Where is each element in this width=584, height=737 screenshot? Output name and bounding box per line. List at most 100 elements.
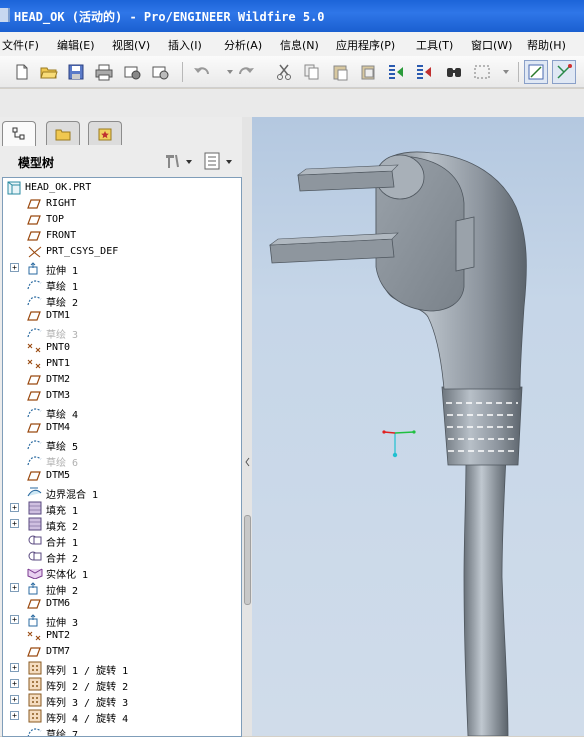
menu-insert[interactable]: 插入(I) (168, 37, 202, 53)
tree-item[interactable]: 草绘 4 (3, 404, 241, 421)
menu-edit[interactable]: 编辑(E) (57, 37, 95, 53)
menu-tools[interactable]: 工具(T) (416, 37, 453, 53)
tree-show-button[interactable] (202, 151, 236, 171)
graphics-viewport[interactable] (252, 117, 584, 736)
tree-item[interactable]: 合并 1 (3, 532, 241, 549)
tree-item[interactable]: PNT0 (3, 340, 241, 356)
tree-item-label: 拉伸 2 (46, 586, 79, 597)
tree-item[interactable]: TOP (3, 212, 241, 228)
expand-toggle[interactable]: + (10, 263, 19, 272)
expand-toggle[interactable]: + (10, 615, 19, 624)
menu-file[interactable]: 文件(F) (2, 37, 39, 53)
redo-icon[interactable] (234, 60, 258, 84)
model-tree-title: 模型树 (18, 156, 55, 170)
print-icon[interactable] (92, 60, 116, 84)
menu-analysis[interactable]: 分析(A) (224, 37, 262, 53)
menu-info[interactable]: 信息(N) (280, 37, 319, 53)
undo-icon[interactable] (190, 60, 214, 84)
tree-item[interactable]: DTM6 (3, 596, 241, 612)
tree-item-label: 阵列 4 / 旋转 4 (46, 714, 129, 725)
scrollbar-thumb[interactable] (244, 515, 251, 605)
tree-item-label: 填充 2 (46, 522, 79, 533)
expand-toggle[interactable]: + (10, 519, 19, 528)
tree-item-label: DTM4 (46, 422, 71, 433)
expand-toggle[interactable]: + (10, 711, 19, 720)
datum-plane-icon (27, 213, 43, 227)
tree-item[interactable]: DTM7 (3, 644, 241, 660)
tree-item[interactable]: DTM4 (3, 420, 241, 436)
tree-item-label: 阵列 2 / 旋转 2 (46, 682, 129, 693)
tree-item[interactable]: FRONT (3, 228, 241, 244)
tree-item[interactable]: PNT2 (3, 628, 241, 644)
pattern-icon (27, 661, 43, 675)
regenerate-icon[interactable] (384, 60, 408, 84)
tree-item[interactable]: DTM3 (3, 388, 241, 404)
copy-icon[interactable] (300, 60, 324, 84)
expand-toggle[interactable]: + (10, 583, 19, 592)
tree-item[interactable]: 草绘 1 (3, 276, 241, 293)
new-file-icon[interactable] (10, 60, 34, 84)
csys-icon (27, 245, 43, 259)
regenerate-manager-icon[interactable] (412, 60, 436, 84)
tree-item[interactable]: + 拉伸 1 (3, 260, 241, 277)
tree-item[interactable]: 草绘 6 (3, 452, 241, 469)
paste-icon[interactable] (328, 60, 352, 84)
tree-item[interactable]: 合并 2 (3, 548, 241, 565)
sketch-icon (27, 725, 43, 736)
chevron-down-icon[interactable] (494, 60, 518, 84)
open-folder-icon[interactable] (37, 60, 61, 84)
tree-item[interactable]: 边界混合 1 (3, 484, 241, 501)
tree-item[interactable]: + 拉伸 2 (3, 580, 241, 597)
part-icon (7, 181, 23, 195)
select-box-icon[interactable] (470, 60, 494, 84)
tree-item[interactable]: DTM2 (3, 372, 241, 388)
tree-item[interactable]: 草绘 3 (3, 324, 241, 341)
tree-item-label: 草绘 6 (46, 458, 79, 469)
sketch-icon (27, 405, 43, 419)
tree-item[interactable]: + 阵列 2 / 旋转 2 (3, 676, 241, 693)
find-icon[interactable] (442, 60, 466, 84)
expand-toggle[interactable]: + (10, 679, 19, 688)
tree-root[interactable]: HEAD_OK.PRT (3, 180, 241, 196)
expand-toggle[interactable]: + (10, 503, 19, 512)
sketch-view-icon[interactable] (524, 60, 548, 84)
tree-item[interactable]: 实体化 1 (3, 564, 241, 581)
datum-display-icon[interactable] (552, 60, 576, 84)
expand-toggle[interactable]: + (10, 695, 19, 704)
email-attach-icon[interactable] (148, 60, 172, 84)
menu-view[interactable]: 视图(V) (112, 37, 150, 53)
menu-applications[interactable]: 应用程序(P) (336, 37, 395, 53)
tree-item[interactable]: RIGHT (3, 196, 241, 212)
save-icon[interactable] (64, 60, 88, 84)
tree-settings-button[interactable] (162, 151, 194, 171)
tree-item[interactable]: DTM1 (3, 308, 241, 324)
tree-item[interactable]: 草绘 5 (3, 436, 241, 453)
cut-icon[interactable] (272, 60, 296, 84)
tree-item[interactable]: + 阵列 4 / 旋转 4 (3, 708, 241, 725)
tree-item[interactable]: 草绘 2 (3, 292, 241, 309)
panel-splitter[interactable] (242, 117, 252, 736)
tree-item[interactable]: PNT1 (3, 356, 241, 372)
favorites-tab[interactable] (88, 121, 122, 145)
folder-browser-tab[interactable] (46, 121, 80, 145)
tree-item[interactable]: + 阵列 1 / 旋转 1 (3, 660, 241, 677)
datum-plane-icon (27, 309, 43, 323)
pattern-icon (27, 709, 43, 723)
tree-item[interactable]: + 填充 1 (3, 500, 241, 517)
menu-help[interactable]: 帮助(H) (527, 37, 566, 53)
tree-item[interactable]: + 填充 2 (3, 516, 241, 533)
tree-item[interactable]: + 阵列 3 / 旋转 3 (3, 692, 241, 709)
paste-special-icon[interactable] (356, 60, 380, 84)
navigator-panel: 模型树 HEAD_OK.PRT RIGHT TOP FRONT PRT_CSYS_DE… (0, 117, 252, 737)
tree-item[interactable]: 草绘 7 (3, 724, 241, 736)
tree-item-label: DTM1 (46, 310, 71, 321)
email-icon[interactable] (120, 60, 144, 84)
tree-item[interactable]: DTM5 (3, 468, 241, 484)
folder-icon (55, 129, 71, 140)
tree-item[interactable]: + 拉伸 3 (3, 612, 241, 629)
settings-tools-icon (166, 154, 192, 168)
model-tree-tab[interactable] (2, 121, 36, 146)
menu-window[interactable]: 窗口(W) (471, 37, 512, 53)
expand-toggle[interactable]: + (10, 663, 19, 672)
tree-item[interactable]: PRT_CSYS_DEF (3, 244, 241, 260)
